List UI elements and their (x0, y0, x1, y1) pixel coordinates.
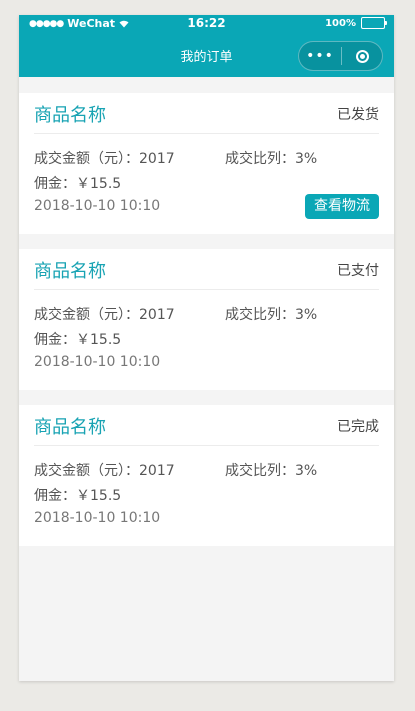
more-menu-button[interactable]: ••• (299, 49, 341, 63)
order-amount: 成交金额（元）：2017 (34, 148, 175, 168)
order-ratio: 成交比列：3% (225, 460, 317, 480)
close-target-icon (355, 49, 369, 63)
commission-label: 佣金：￥ (34, 488, 90, 504)
product-name: 商品名称 (34, 105, 106, 126)
order-commission: 佣金：￥15.5 (34, 485, 121, 505)
commission-value: 15.5 (90, 176, 122, 192)
ratio-value: 3% (295, 151, 318, 167)
order-card[interactable]: 商品名称 已完成 成交金额（元）：2017 成交比列：3% 佣金：￥15.5 2… (19, 405, 394, 546)
amount-label: 成交金额（元）： (34, 151, 139, 167)
order-card-header: 商品名称 已完成 (34, 405, 379, 446)
top-bar: ●●●●● WeChat 16:22 100% 我的订单 ••• (19, 15, 394, 77)
order-date: 2018-10-10 10:10 (34, 510, 161, 526)
order-status: 已支付 (337, 263, 379, 279)
view-logistics-button[interactable]: 查看物流 (305, 194, 379, 219)
ratio-label: 成交比列： (225, 307, 295, 323)
order-date: 2018-10-10 10:10 (34, 354, 161, 370)
ratio-value: 3% (295, 307, 318, 323)
order-commission: 佣金：￥15.5 (34, 173, 121, 193)
commission-label: 佣金：￥ (34, 176, 90, 192)
order-card[interactable]: 商品名称 已发货 成交金额（元）：2017 成交比列：3% 佣金：￥15.5 2… (19, 93, 394, 234)
ratio-label: 成交比列： (225, 463, 295, 479)
ratio-value: 3% (295, 463, 318, 479)
amount-label: 成交金额（元）： (34, 463, 139, 479)
order-card-header: 商品名称 已支付 (34, 249, 379, 290)
product-name: 商品名称 (34, 261, 106, 282)
amount-value: 2017 (139, 463, 175, 479)
battery-icon (361, 17, 387, 29)
amount-value: 2017 (139, 151, 175, 167)
commission-value: 15.5 (90, 332, 122, 348)
miniprogram-capsule: ••• (298, 41, 383, 71)
product-name: 商品名称 (34, 417, 106, 438)
order-commission: 佣金：￥15.5 (34, 329, 121, 349)
phone-screen: ●●●●● WeChat 16:22 100% 我的订单 ••• 商品名称 已发… (19, 15, 394, 681)
commission-label: 佣金：￥ (34, 332, 90, 348)
status-right: 100% (325, 17, 387, 29)
order-date: 2018-10-10 10:10 (34, 198, 161, 214)
order-status: 已完成 (337, 419, 379, 435)
status-bar: ●●●●● WeChat 16:22 100% (19, 15, 394, 35)
order-ratio: 成交比列：3% (225, 304, 317, 324)
ratio-label: 成交比列： (225, 151, 295, 167)
order-amount: 成交金额（元）：2017 (34, 460, 175, 480)
amount-label: 成交金额（元）： (34, 307, 139, 323)
order-status: 已发货 (337, 107, 379, 123)
order-card-header: 商品名称 已发货 (34, 93, 379, 134)
order-ratio: 成交比列：3% (225, 148, 317, 168)
order-card[interactable]: 商品名称 已支付 成交金额（元）：2017 成交比列：3% 佣金：￥15.5 2… (19, 249, 394, 390)
battery-percent: 100% (325, 17, 356, 29)
order-amount: 成交金额（元）：2017 (34, 304, 175, 324)
close-miniprogram-button[interactable] (342, 49, 382, 63)
commission-value: 15.5 (90, 488, 122, 504)
amount-value: 2017 (139, 307, 175, 323)
